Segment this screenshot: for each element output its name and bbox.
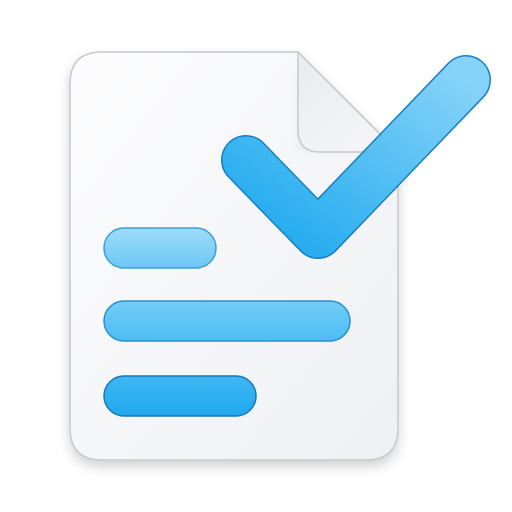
icon-canvas bbox=[0, 0, 512, 512]
text-line-3 bbox=[103, 375, 257, 417]
text-line-1 bbox=[103, 227, 217, 269]
document-checklist-icon bbox=[69, 51, 491, 461]
text-line-2 bbox=[103, 300, 351, 342]
